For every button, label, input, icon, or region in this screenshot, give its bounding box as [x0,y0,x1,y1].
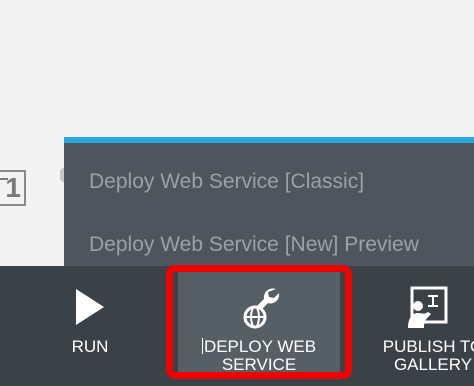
deploy-label: DEPLOY WEB SERVICE [166,338,352,374]
publish-label-line1: PUBLISH TO [382,337,474,356]
text-cursor [201,338,203,354]
publish-to-gallery-button[interactable]: PUBLISH TO GALLERY [368,266,474,386]
wrench-globe-icon [243,288,280,329]
publish-label: PUBLISH TO GALLERY [368,338,474,374]
publish-label-line2: GALLERY [393,355,473,374]
presenter-board-icon [408,286,448,328]
deploy-label-line2: SERVICE [221,355,297,374]
deploy-web-service-button[interactable]: DEPLOY WEB SERVICE [166,265,352,386]
menu-item-deploy-classic[interactable]: Deploy Web Service [Classic] [89,170,364,194]
deploy-dropdown-menu: Deploy Web Service [Classic] Deploy Web … [64,137,474,267]
run-label: RUN [71,337,109,356]
deploy-label-line1: DEPLOY WEB [203,337,317,356]
module-fragment: 1 [0,170,26,206]
menu-item-deploy-new-preview[interactable]: Deploy Web Service [New] Preview [89,233,419,257]
run-button[interactable]: RUN [48,266,132,386]
bottom-toolbar: RUN DEPLOY WEB SERVICE PUBLISH TO GALLER… [0,265,474,386]
play-icon [76,289,104,325]
